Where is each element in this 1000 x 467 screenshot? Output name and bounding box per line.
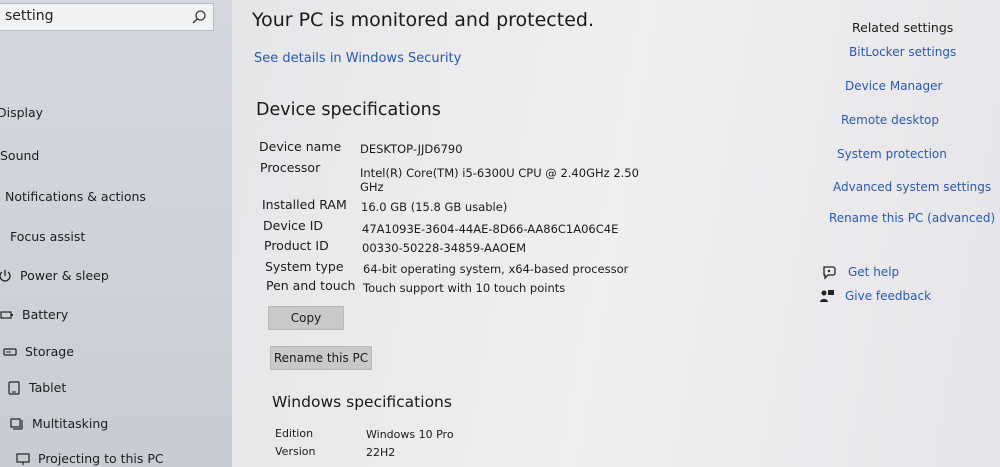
device-specs-title: Device specifications: [256, 100, 441, 120]
spec-label-processor: Processor: [260, 160, 321, 175]
nav-item-multitasking[interactable]: Multitasking: [10, 416, 108, 431]
search-box[interactable]: setting: [0, 3, 214, 31]
spec-value-installed-ram: 16.0 GB (15.8 GB usable): [361, 200, 508, 214]
search-icon[interactable]: [191, 9, 207, 25]
projecting-icon: [16, 452, 30, 466]
nav-label-multitasking: Multitasking: [32, 416, 109, 431]
spec-value-product-id: 00330-50228-34859-AAOEM: [362, 241, 527, 255]
get-help-row[interactable]: Get help: [822, 264, 899, 280]
spec-label-pen-touch: Pen and touch: [266, 278, 356, 293]
spec-label-device-name: Device name: [259, 139, 342, 154]
windows-specs-title: Windows specifications: [272, 393, 452, 411]
advanced-system-settings-link[interactable]: Advanced system settings: [833, 180, 991, 194]
power-icon: [0, 269, 12, 283]
multitasking-icon: [10, 417, 24, 431]
nav-label-display: Display: [0, 105, 44, 120]
spec-label-edition: Edition: [275, 427, 314, 440]
spec-label-product-id: Product ID: [264, 238, 329, 253]
nav-item-sound[interactable]: Sound: [0, 148, 39, 163]
security-details-link[interactable]: See details in Windows Security: [254, 51, 461, 66]
spec-label-device-id: Device ID: [263, 218, 324, 233]
nav-item-notifications[interactable]: Notifications & actions: [5, 189, 146, 204]
nav-label-tablet: Tablet: [29, 380, 67, 395]
spec-label-system-type: System type: [265, 259, 344, 274]
system-protection-link[interactable]: System protection: [837, 147, 947, 161]
nav-label-projecting: Projecting to this PC: [38, 451, 164, 466]
give-feedback-link[interactable]: Give feedback: [845, 289, 931, 303]
spec-value-pen-touch: Touch support with 10 touch points: [363, 281, 566, 295]
protection-status: Your PC is monitored and protected.: [252, 9, 594, 31]
nav-label-battery: Battery: [22, 307, 69, 322]
nav-item-battery[interactable]: Battery: [0, 307, 68, 322]
rename-pc-button[interactable]: Rename this PC: [270, 346, 372, 370]
remote-desktop-link[interactable]: Remote desktop: [841, 113, 939, 127]
get-help-icon: [823, 266, 836, 280]
nav-item-focus-assist[interactable]: Focus assist: [10, 229, 85, 244]
storage-icon: [3, 345, 17, 359]
spec-value-processor: Intel(R) Core(TM) i5-6300U CPU @ 2.40GHz…: [360, 166, 639, 180]
related-settings-title: Related settings: [852, 20, 954, 35]
nav-label-sound: Sound: [0, 148, 40, 163]
spec-label-installed-ram: Installed RAM: [262, 197, 347, 212]
rename-pc-advanced-link[interactable]: Rename this PC (advanced): [829, 211, 995, 225]
battery-icon: [0, 308, 14, 322]
spec-value-version: 22H2: [366, 446, 396, 459]
spec-value-system-type: 64-bit operating system, x64-based proce…: [363, 262, 629, 276]
nav-label-storage: Storage: [25, 344, 74, 359]
spec-value-edition: Windows 10 Pro: [366, 428, 454, 441]
nav-item-display[interactable]: Display: [0, 105, 43, 120]
navigation-pane: setting Display Sound Notifications & ac…: [0, 0, 232, 467]
spec-value-device-id: 47A1093E-3604-44AE-8D66-AA86C1A06C4E: [362, 222, 619, 236]
spec-value-device-name: DESKTOP-JJD6790: [360, 142, 463, 156]
give-feedback-icon: [820, 290, 834, 302]
nav-item-storage[interactable]: Storage: [3, 344, 74, 359]
search-input[interactable]: setting: [5, 8, 54, 24]
device-manager-link[interactable]: Device Manager: [845, 79, 942, 93]
nav-label-focus-assist: Focus assist: [10, 229, 86, 244]
tablet-icon: [7, 380, 21, 395]
nav-item-power-sleep[interactable]: Power & sleep: [0, 268, 109, 283]
nav-item-projecting[interactable]: Projecting to this PC: [16, 451, 164, 466]
give-feedback-row[interactable]: Give feedback: [819, 288, 931, 304]
bitlocker-settings-link[interactable]: BitLocker settings: [849, 45, 956, 59]
nav-item-tablet[interactable]: Tablet: [7, 380, 66, 395]
nav-label-notifications: Notifications & actions: [5, 189, 146, 204]
nav-label-power-sleep: Power & sleep: [20, 268, 109, 283]
spec-value-processor-unit: GHz: [360, 180, 384, 194]
get-help-link[interactable]: Get help: [848, 265, 899, 279]
spec-label-version: Version: [275, 445, 316, 458]
copy-button[interactable]: Copy: [268, 306, 344, 330]
